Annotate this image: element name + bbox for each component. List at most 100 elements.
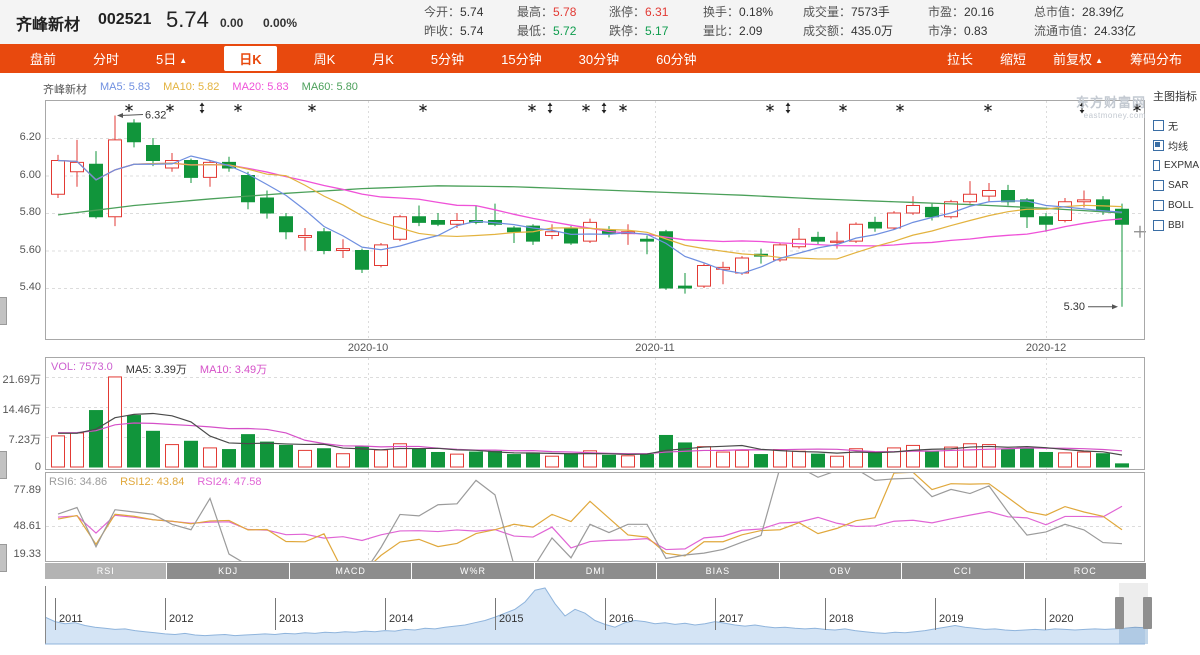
option-ma[interactable]: 均线: [1153, 135, 1199, 155]
option-none[interactable]: 无: [1153, 115, 1199, 135]
stat-label: 昨收：: [424, 24, 460, 38]
legend-stock-name: 齐峰新材: [43, 81, 87, 97]
tab-kdj[interactable]: KDJ: [167, 563, 288, 579]
tab-monthly-k-label: 月K: [372, 52, 394, 67]
tab-5day-label: 5日: [156, 52, 176, 67]
tab-monthly-k[interactable]: 月K: [372, 49, 394, 68]
stat-label: 涨停：: [609, 5, 645, 19]
tab-weekly-k-label: 周K: [314, 52, 336, 67]
navigator-year-label: 2013: [279, 613, 303, 625]
navigator-right-handle[interactable]: [1143, 597, 1152, 629]
triangle-up-icon: ▲: [1095, 56, 1103, 65]
indicator-tab-strip: RSIKDJMACDW%RDMIBIASOBVCCIROC: [45, 563, 1146, 579]
tab-5day[interactable]: 5日▲: [156, 49, 187, 68]
navigator-year-label: 2012: [169, 613, 193, 625]
option-expma-label: EXPMA: [1164, 160, 1199, 171]
option-boll-label: BOLL: [1168, 200, 1194, 211]
legend-ma60: MA60: 5.80: [302, 81, 358, 97]
stat-top-row: 最高：5.78: [517, 3, 576, 22]
stat-value: 28.39亿: [1082, 5, 1124, 19]
button-shrink[interactable]: 缩短: [1000, 49, 1026, 68]
event-markers[interactable]: [125, 103, 1140, 114]
checkbox-icon: [1153, 220, 1164, 231]
stat-column: 今开：5.74昨收：5.74: [424, 3, 483, 41]
main-chart-legend: 齐峰新材 MA5: 5.83 MA10: 5.82 MA20: 5.83 MA6…: [43, 81, 358, 97]
tab-rsi[interactable]: RSI: [45, 563, 166, 579]
button-chip-distribution[interactable]: 筹码分布: [1130, 49, 1182, 68]
tab-15min[interactable]: 15分钟: [501, 49, 541, 68]
tab-intraday[interactable]: 分时: [93, 49, 119, 68]
stat-top-row: 换手：0.18%: [703, 3, 773, 22]
stock-price: 5.74: [166, 7, 209, 33]
sidebar-title: 主图指标: [1153, 88, 1199, 104]
tab-30min[interactable]: 30分钟: [579, 49, 619, 68]
stat-bottom-row: 流通市值：24.33亿: [1034, 22, 1136, 41]
main-y-tick: 5.60: [0, 244, 41, 256]
navigator-left-handle[interactable]: [1115, 597, 1124, 629]
tab-wr[interactable]: W%R: [412, 563, 533, 579]
volume-y-tick: 21.69万: [0, 371, 41, 387]
stat-value: 6.31: [645, 5, 668, 19]
navigator-year-label: 2014: [389, 613, 413, 625]
stat-column: 换手：0.18%量比：2.09: [703, 3, 773, 41]
tab-pre-market[interactable]: 盘前: [30, 49, 56, 68]
navigator-year-label: 2016: [609, 613, 633, 625]
tab-dmi[interactable]: DMI: [535, 563, 656, 579]
stat-bottom-row: 昨收：5.74: [424, 22, 483, 41]
tab-cci[interactable]: CCI: [902, 563, 1023, 579]
rsi-chart[interactable]: [45, 472, 1146, 562]
tab-daily-k[interactable]: 日K: [224, 46, 276, 71]
button-stretch[interactable]: 拉长: [947, 49, 973, 68]
tab-macd[interactable]: MACD: [290, 563, 411, 579]
option-sar-label: SAR: [1168, 180, 1189, 191]
checkbox-icon: [1153, 120, 1164, 131]
navigator-year-label: 2018: [829, 613, 853, 625]
tab-15min-label: 15分钟: [501, 52, 541, 67]
option-expma[interactable]: EXPMA: [1153, 155, 1199, 175]
checkbox-icon: [1153, 160, 1160, 171]
stock-chart-app: 齐峰新材 002521 5.74 0.00 0.00% 今开：5.74昨收：5.…: [0, 0, 1200, 655]
stat-label: 最低：: [517, 24, 553, 38]
stat-bottom-row: 最低：5.72: [517, 22, 576, 41]
tab-roc[interactable]: ROC: [1025, 563, 1146, 579]
pane-resize-handle[interactable]: [0, 544, 7, 572]
history-navigator[interactable]: 2011201220132014201520162017201820192020: [45, 582, 1155, 646]
tab-5min[interactable]: 5分钟: [431, 49, 464, 68]
tab-obv[interactable]: OBV: [780, 563, 901, 579]
volume-ma-lines: [58, 413, 1122, 455]
button-stretch-label: 拉长: [947, 52, 973, 67]
toolbar-actions: 拉长 缩短 前复权▲ 筹码分布: [947, 49, 1182, 68]
pane-resize-handle[interactable]: [0, 451, 7, 479]
option-sar[interactable]: SAR: [1153, 175, 1199, 195]
stat-label: 今开：: [424, 5, 460, 19]
stat-value: 5.74: [460, 5, 483, 19]
volume-chart[interactable]: [45, 357, 1146, 470]
tab-weekly-k[interactable]: 周K: [314, 49, 336, 68]
svg-text:5.30: 5.30: [1064, 301, 1085, 313]
stat-top-row: 涨停：6.31: [609, 3, 668, 22]
stat-bottom-row: 量比：2.09: [703, 22, 773, 41]
pane-resize-handle[interactable]: [0, 297, 7, 325]
button-forward-adjust-label: 前复权: [1053, 52, 1092, 67]
checkbox-checked-mark: [1155, 142, 1160, 147]
candlestick-chart[interactable]: 6.325.30: [45, 100, 1146, 341]
stat-bottom-row: 成交额：435.0万: [803, 22, 893, 41]
tab-60min[interactable]: 60分钟: [656, 49, 696, 68]
button-forward-adjust[interactable]: 前复权▲: [1053, 49, 1103, 68]
option-boll[interactable]: BOLL: [1153, 195, 1199, 215]
option-bbi-label: BBI: [1168, 220, 1184, 231]
stat-value: 0.83: [964, 24, 987, 38]
sidebar-options: 无均线 EXPMA SAR BOLL BBI: [1153, 115, 1199, 235]
option-bbi[interactable]: BBI: [1153, 215, 1199, 235]
stat-bottom-row: 跌停：5.17: [609, 22, 668, 41]
ma-lines: [58, 156, 1122, 273]
stat-column: 总市值：28.39亿流通市值：24.33亿: [1034, 3, 1136, 41]
tab-30min-label: 30分钟: [579, 52, 619, 67]
candles: [52, 116, 1129, 307]
tab-bias[interactable]: BIAS: [657, 563, 778, 579]
tab-60min-label: 60分钟: [656, 52, 696, 67]
stat-label: 成交量：: [803, 5, 851, 19]
triangle-up-icon: ▲: [179, 56, 187, 65]
main-x-label: 2020-10: [333, 342, 403, 354]
stat-top-row: 今开：5.74: [424, 3, 483, 22]
